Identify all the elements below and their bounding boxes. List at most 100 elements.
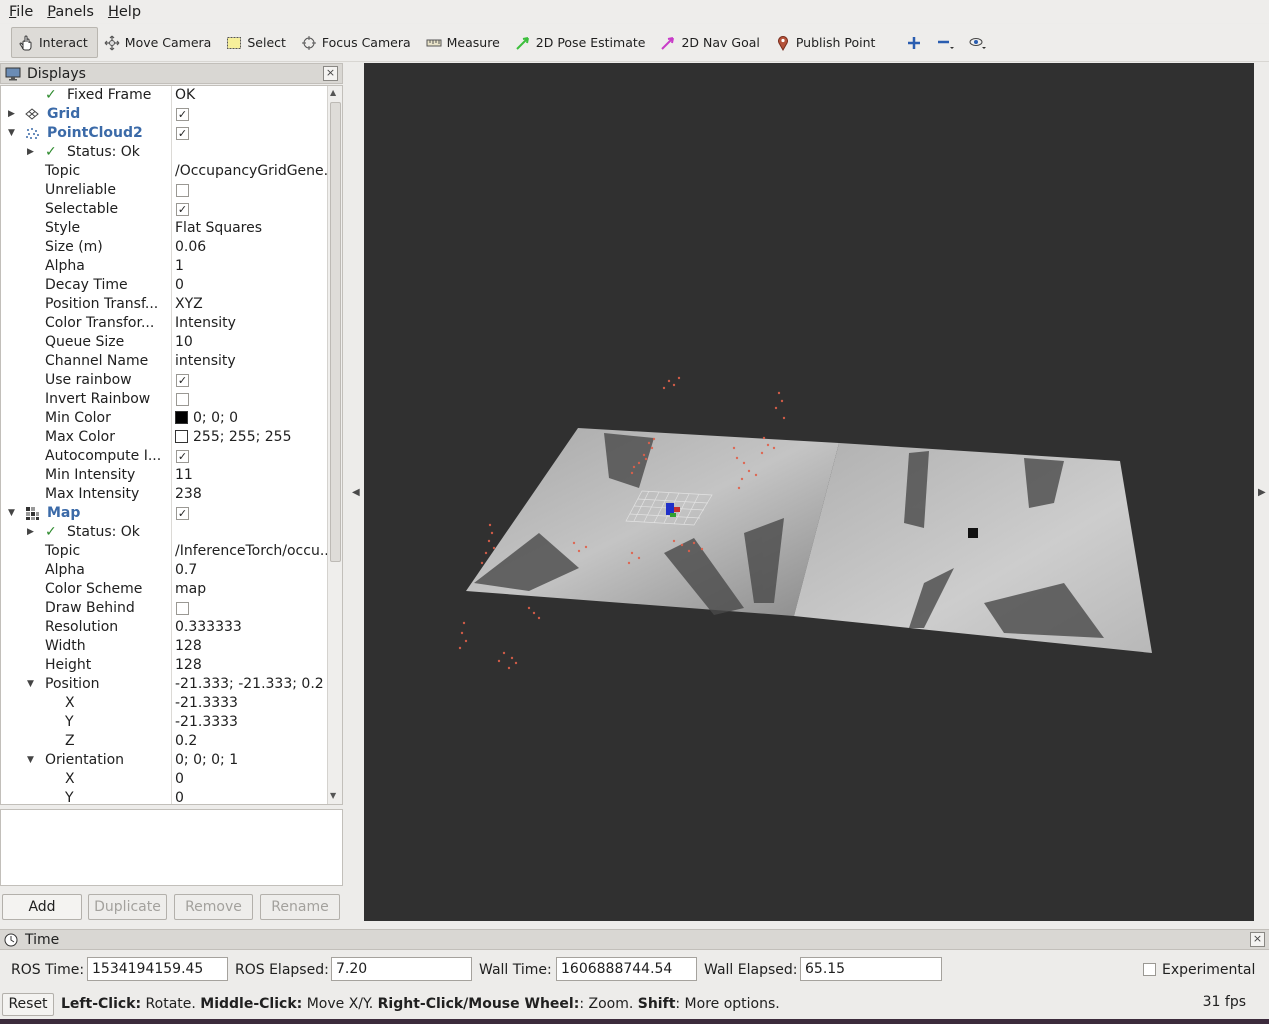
pc-style-value[interactable]: Flat Squares: [175, 219, 327, 238]
row-pc-invert-rainbow[interactable]: Invert Rainbow: [1, 390, 327, 409]
map-resolution-value[interactable]: 0.333333: [175, 618, 327, 637]
row-map-width[interactable]: Width 128: [1, 637, 327, 656]
rename-display-button[interactable]: Rename: [260, 894, 340, 920]
row-grid[interactable]: ▶ Grid ✓: [1, 105, 327, 124]
displays-close-button[interactable]: ×: [323, 66, 338, 81]
pointcloud2-enabled-checkbox[interactable]: ✓: [176, 127, 189, 140]
pc-alpha-value[interactable]: 1: [175, 257, 327, 276]
ros-elapsed-field[interactable]: 7.20: [331, 957, 472, 981]
wall-elapsed-field[interactable]: 65.15: [800, 957, 942, 981]
map-topic-value[interactable]: /InferenceTorch/occu...: [175, 542, 327, 561]
row-pc-autocompute[interactable]: Autocompute I... ✓: [1, 447, 327, 466]
pc-max-intensity-value[interactable]: 238: [175, 485, 327, 504]
select-tool-button[interactable]: Select: [220, 27, 295, 58]
row-pc-queue[interactable]: Queue Size 10: [1, 333, 327, 352]
map-color-scheme-value[interactable]: map: [175, 580, 327, 599]
map-orientation-value[interactable]: 0; 0; 0; 1: [175, 751, 327, 770]
time-close-button[interactable]: ×: [1250, 932, 1265, 947]
row-pointcloud-status[interactable]: ▶ ✓ Status: Ok: [1, 143, 327, 162]
focus-camera-tool-button[interactable]: Focus Camera: [295, 27, 420, 58]
map-width-value[interactable]: 128: [175, 637, 327, 656]
max-color-swatch[interactable]: [175, 430, 188, 443]
row-pc-alpha[interactable]: Alpha 1: [1, 257, 327, 276]
3d-viewport[interactable]: [364, 63, 1254, 921]
row-map-color-scheme[interactable]: Color Scheme map: [1, 580, 327, 599]
expand-arrow-icon[interactable]: ▶: [8, 105, 18, 124]
map-pos-x-value[interactable]: -21.3333: [175, 694, 327, 713]
pc-channel-value[interactable]: intensity: [175, 352, 327, 371]
pc-autocompute-checkbox[interactable]: ✓: [176, 450, 189, 463]
map-position-value[interactable]: -21.333; -21.333; 0.2: [175, 675, 327, 694]
pc-invert-rainbow-checkbox[interactable]: [176, 393, 189, 406]
map-alpha-value[interactable]: 0.7: [175, 561, 327, 580]
duplicate-display-button[interactable]: Duplicate: [88, 894, 167, 920]
tree-scrollbar[interactable]: ▲ ▼: [327, 86, 342, 804]
row-pc-selectable[interactable]: Selectable ✓: [1, 200, 327, 219]
row-pc-channel[interactable]: Channel Name intensity: [1, 352, 327, 371]
collapse-arrow-icon[interactable]: ▼: [8, 124, 18, 143]
row-pointcloud2[interactable]: ▼ PointCloud2 ✓: [1, 124, 327, 143]
remove-display-button[interactable]: Remove: [174, 894, 253, 920]
row-map-orientation-y[interactable]: Y 0: [1, 789, 327, 804]
row-pc-unreliable[interactable]: Unreliable: [1, 181, 327, 200]
pc-use-rainbow-checkbox[interactable]: ✓: [176, 374, 189, 387]
map-pos-y-value[interactable]: -21.3333: [175, 713, 327, 732]
pc-size-value[interactable]: 0.06: [175, 238, 327, 257]
map-ori-y-value[interactable]: 0: [175, 789, 327, 804]
fixed-frame-value[interactable]: OK: [175, 86, 327, 105]
menu-panels[interactable]: Panels: [38, 4, 99, 20]
row-map-position-y[interactable]: Y -21.3333: [1, 713, 327, 732]
add-display-button[interactable]: Add: [2, 894, 82, 920]
add-tool-button[interactable]: [898, 27, 930, 58]
scroll-down-arrow-icon[interactable]: ▼: [330, 791, 336, 800]
map-draw-behind-checkbox[interactable]: [176, 602, 189, 615]
row-pc-min-intensity[interactable]: Min Intensity 11: [1, 466, 327, 485]
collapse-arrow-icon[interactable]: ▼: [27, 675, 37, 694]
collapse-arrow-icon[interactable]: ▼: [8, 504, 18, 523]
publish-point-tool-button[interactable]: Publish Point: [769, 27, 885, 58]
row-pc-topic[interactable]: Topic /OccupancyGridGene...: [1, 162, 327, 181]
row-map-orientation[interactable]: ▼ Orientation 0; 0; 0; 1: [1, 751, 327, 770]
row-map-status[interactable]: ▶ ✓ Status: Ok: [1, 523, 327, 542]
collapse-left-panel-arrow-icon[interactable]: ◀: [352, 487, 360, 498]
row-pc-max-color[interactable]: Max Color 255; 255; 255: [1, 428, 327, 447]
measure-tool-button[interactable]: Measure: [420, 27, 509, 58]
grid-enabled-checkbox[interactable]: ✓: [176, 108, 189, 121]
views-tool-button[interactable]: [962, 27, 994, 58]
pc-pos-transform-value[interactable]: XYZ: [175, 295, 327, 314]
pc-min-intensity-value[interactable]: 11: [175, 466, 327, 485]
pc-selectable-checkbox[interactable]: ✓: [176, 203, 189, 216]
scrollbar-thumb[interactable]: [330, 102, 341, 562]
row-map-orientation-x[interactable]: X 0: [1, 770, 327, 789]
row-pc-color-transformer[interactable]: Color Transfor... Intensity: [1, 314, 327, 333]
map-enabled-checkbox[interactable]: ✓: [176, 507, 189, 520]
row-map-position[interactable]: ▼ Position -21.333; -21.333; 0.2: [1, 675, 327, 694]
row-map-height[interactable]: Height 128: [1, 656, 327, 675]
pc-queue-value[interactable]: 10: [175, 333, 327, 352]
row-pc-use-rainbow[interactable]: Use rainbow ✓: [1, 371, 327, 390]
expand-arrow-icon[interactable]: ▶: [27, 523, 37, 542]
row-map-position-z[interactable]: Z 0.2: [1, 732, 327, 751]
reset-button[interactable]: Reset: [2, 993, 54, 1016]
pc-min-color-value[interactable]: 0; 0; 0: [193, 410, 238, 426]
row-pc-position-transformer[interactable]: Position Transf... XYZ: [1, 295, 327, 314]
row-map-position-x[interactable]: X -21.3333: [1, 694, 327, 713]
remove-tool-button[interactable]: [930, 27, 962, 58]
row-pc-size[interactable]: Size (m) 0.06: [1, 238, 327, 257]
row-pc-max-intensity[interactable]: Max Intensity 238: [1, 485, 327, 504]
pc-topic-value[interactable]: /OccupancyGridGene...: [175, 162, 327, 181]
row-fixed-frame[interactable]: ✓ Fixed Frame OK: [1, 86, 327, 105]
row-pc-style[interactable]: Style Flat Squares: [1, 219, 327, 238]
experimental-checkbox[interactable]: [1143, 963, 1156, 976]
expand-arrow-icon[interactable]: ▶: [27, 143, 37, 162]
pc-decay-value[interactable]: 0: [175, 276, 327, 295]
collapse-right-panel-arrow-icon[interactable]: ▶: [1258, 487, 1266, 498]
row-map-draw-behind[interactable]: Draw Behind: [1, 599, 327, 618]
collapse-arrow-icon[interactable]: ▼: [27, 751, 37, 770]
row-pc-min-color[interactable]: Min Color 0; 0; 0: [1, 409, 327, 428]
move-camera-tool-button[interactable]: Move Camera: [98, 27, 221, 58]
row-map-alpha[interactable]: Alpha 0.7: [1, 561, 327, 580]
row-map-topic[interactable]: Topic /InferenceTorch/occu...: [1, 542, 327, 561]
map-height-value[interactable]: 128: [175, 656, 327, 675]
pose-estimate-tool-button[interactable]: 2D Pose Estimate: [509, 27, 655, 58]
